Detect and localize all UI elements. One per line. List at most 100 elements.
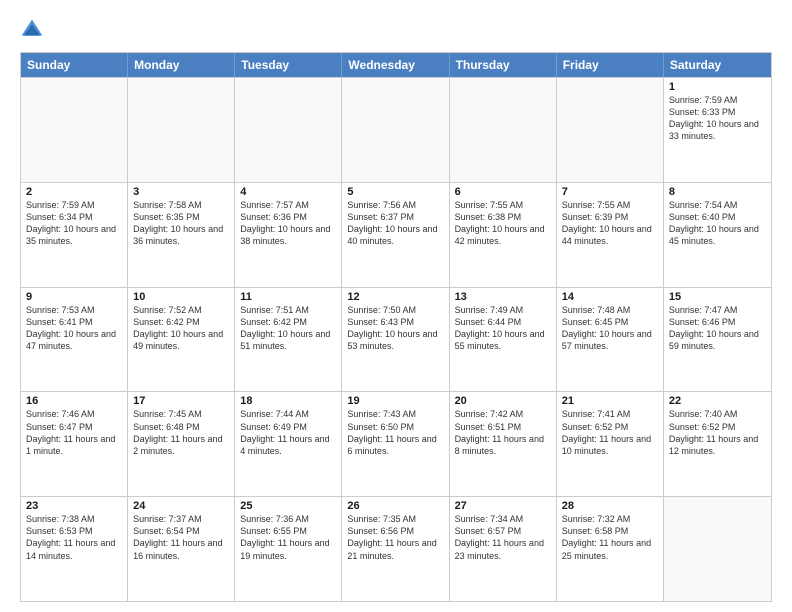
day-number: 20 [455,395,551,407]
cell-info: Sunrise: 7:48 AM Sunset: 6:45 PM Dayligh… [562,304,658,353]
day-number: 6 [455,186,551,198]
day-number: 3 [133,186,229,198]
page: SundayMondayTuesdayWednesdayThursdayFrid… [0,0,792,612]
calendar-row-0: 1Sunrise: 7:59 AM Sunset: 6:33 PM Daylig… [21,77,771,182]
cell-info: Sunrise: 7:36 AM Sunset: 6:55 PM Dayligh… [240,513,336,562]
calendar-cell: 1Sunrise: 7:59 AM Sunset: 6:33 PM Daylig… [664,78,771,182]
calendar-header: SundayMondayTuesdayWednesdayThursdayFrid… [21,53,771,77]
cell-info: Sunrise: 7:32 AM Sunset: 6:58 PM Dayligh… [562,513,658,562]
cell-info: Sunrise: 7:46 AM Sunset: 6:47 PM Dayligh… [26,408,122,457]
calendar-cell [21,78,128,182]
calendar-cell: 7Sunrise: 7:55 AM Sunset: 6:39 PM Daylig… [557,183,664,287]
day-number: 1 [669,81,766,93]
calendar-row-4: 23Sunrise: 7:38 AM Sunset: 6:53 PM Dayli… [21,496,771,601]
calendar-cell: 25Sunrise: 7:36 AM Sunset: 6:55 PM Dayli… [235,497,342,601]
day-number: 5 [347,186,443,198]
calendar-cell: 28Sunrise: 7:32 AM Sunset: 6:58 PM Dayli… [557,497,664,601]
cell-info: Sunrise: 7:38 AM Sunset: 6:53 PM Dayligh… [26,513,122,562]
calendar-cell: 8Sunrise: 7:54 AM Sunset: 6:40 PM Daylig… [664,183,771,287]
calendar-cell: 2Sunrise: 7:59 AM Sunset: 6:34 PM Daylig… [21,183,128,287]
day-number: 27 [455,500,551,512]
cell-info: Sunrise: 7:44 AM Sunset: 6:49 PM Dayligh… [240,408,336,457]
day-number: 28 [562,500,658,512]
cell-info: Sunrise: 7:45 AM Sunset: 6:48 PM Dayligh… [133,408,229,457]
cell-info: Sunrise: 7:43 AM Sunset: 6:50 PM Dayligh… [347,408,443,457]
calendar-cell: 21Sunrise: 7:41 AM Sunset: 6:52 PM Dayli… [557,392,664,496]
calendar-cell: 10Sunrise: 7:52 AM Sunset: 6:42 PM Dayli… [128,288,235,392]
calendar-cell: 13Sunrise: 7:49 AM Sunset: 6:44 PM Dayli… [450,288,557,392]
calendar-cell: 18Sunrise: 7:44 AM Sunset: 6:49 PM Dayli… [235,392,342,496]
cell-info: Sunrise: 7:54 AM Sunset: 6:40 PM Dayligh… [669,199,766,248]
calendar-cell [557,78,664,182]
day-number: 26 [347,500,443,512]
calendar-body: 1Sunrise: 7:59 AM Sunset: 6:33 PM Daylig… [21,77,771,601]
calendar-cell [128,78,235,182]
cell-info: Sunrise: 7:56 AM Sunset: 6:37 PM Dayligh… [347,199,443,248]
day-number: 7 [562,186,658,198]
calendar-cell: 24Sunrise: 7:37 AM Sunset: 6:54 PM Dayli… [128,497,235,601]
header-day-wednesday: Wednesday [342,53,449,77]
day-number: 15 [669,291,766,303]
cell-info: Sunrise: 7:41 AM Sunset: 6:52 PM Dayligh… [562,408,658,457]
cell-info: Sunrise: 7:58 AM Sunset: 6:35 PM Dayligh… [133,199,229,248]
cell-info: Sunrise: 7:37 AM Sunset: 6:54 PM Dayligh… [133,513,229,562]
day-number: 16 [26,395,122,407]
day-number: 24 [133,500,229,512]
cell-info: Sunrise: 7:59 AM Sunset: 6:33 PM Dayligh… [669,94,766,143]
calendar-cell: 26Sunrise: 7:35 AM Sunset: 6:56 PM Dayli… [342,497,449,601]
calendar-cell [450,78,557,182]
day-number: 10 [133,291,229,303]
day-number: 9 [26,291,122,303]
calendar-cell: 3Sunrise: 7:58 AM Sunset: 6:35 PM Daylig… [128,183,235,287]
header [20,18,772,42]
cell-info: Sunrise: 7:34 AM Sunset: 6:57 PM Dayligh… [455,513,551,562]
day-number: 8 [669,186,766,198]
calendar-cell: 5Sunrise: 7:56 AM Sunset: 6:37 PM Daylig… [342,183,449,287]
day-number: 4 [240,186,336,198]
header-day-tuesday: Tuesday [235,53,342,77]
calendar-row-2: 9Sunrise: 7:53 AM Sunset: 6:41 PM Daylig… [21,287,771,392]
calendar-cell: 19Sunrise: 7:43 AM Sunset: 6:50 PM Dayli… [342,392,449,496]
day-number: 13 [455,291,551,303]
day-number: 19 [347,395,443,407]
calendar-cell: 17Sunrise: 7:45 AM Sunset: 6:48 PM Dayli… [128,392,235,496]
cell-info: Sunrise: 7:55 AM Sunset: 6:38 PM Dayligh… [455,199,551,248]
header-day-sunday: Sunday [21,53,128,77]
calendar-cell: 15Sunrise: 7:47 AM Sunset: 6:46 PM Dayli… [664,288,771,392]
cell-info: Sunrise: 7:52 AM Sunset: 6:42 PM Dayligh… [133,304,229,353]
calendar-cell: 22Sunrise: 7:40 AM Sunset: 6:52 PM Dayli… [664,392,771,496]
day-number: 23 [26,500,122,512]
calendar-cell: 4Sunrise: 7:57 AM Sunset: 6:36 PM Daylig… [235,183,342,287]
calendar-cell: 9Sunrise: 7:53 AM Sunset: 6:41 PM Daylig… [21,288,128,392]
header-day-friday: Friday [557,53,664,77]
calendar-cell: 23Sunrise: 7:38 AM Sunset: 6:53 PM Dayli… [21,497,128,601]
logo-icon [20,18,44,42]
calendar-cell: 16Sunrise: 7:46 AM Sunset: 6:47 PM Dayli… [21,392,128,496]
header-day-thursday: Thursday [450,53,557,77]
calendar-cell [235,78,342,182]
cell-info: Sunrise: 7:35 AM Sunset: 6:56 PM Dayligh… [347,513,443,562]
cell-info: Sunrise: 7:59 AM Sunset: 6:34 PM Dayligh… [26,199,122,248]
day-number: 21 [562,395,658,407]
cell-info: Sunrise: 7:47 AM Sunset: 6:46 PM Dayligh… [669,304,766,353]
header-day-monday: Monday [128,53,235,77]
calendar-row-1: 2Sunrise: 7:59 AM Sunset: 6:34 PM Daylig… [21,182,771,287]
day-number: 12 [347,291,443,303]
calendar: SundayMondayTuesdayWednesdayThursdayFrid… [20,52,772,602]
header-day-saturday: Saturday [664,53,771,77]
calendar-cell: 12Sunrise: 7:50 AM Sunset: 6:43 PM Dayli… [342,288,449,392]
cell-info: Sunrise: 7:51 AM Sunset: 6:42 PM Dayligh… [240,304,336,353]
calendar-cell: 27Sunrise: 7:34 AM Sunset: 6:57 PM Dayli… [450,497,557,601]
logo [20,18,48,42]
day-number: 14 [562,291,658,303]
day-number: 2 [26,186,122,198]
calendar-cell: 6Sunrise: 7:55 AM Sunset: 6:38 PM Daylig… [450,183,557,287]
day-number: 17 [133,395,229,407]
cell-info: Sunrise: 7:50 AM Sunset: 6:43 PM Dayligh… [347,304,443,353]
cell-info: Sunrise: 7:57 AM Sunset: 6:36 PM Dayligh… [240,199,336,248]
day-number: 11 [240,291,336,303]
day-number: 18 [240,395,336,407]
calendar-cell [664,497,771,601]
cell-info: Sunrise: 7:42 AM Sunset: 6:51 PM Dayligh… [455,408,551,457]
cell-info: Sunrise: 7:49 AM Sunset: 6:44 PM Dayligh… [455,304,551,353]
